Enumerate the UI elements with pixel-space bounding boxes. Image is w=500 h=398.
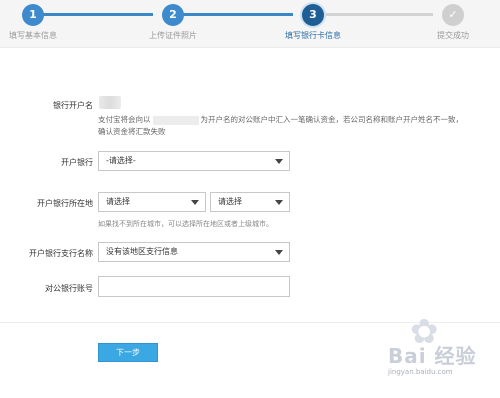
- step-upload-photo: 2 上传证件照片: [113, 0, 233, 48]
- account-name-label: 银行开户名: [53, 101, 93, 110]
- step-basic-info: 1 填写基本信息: [0, 0, 93, 48]
- step-number-badge: 2: [162, 4, 184, 26]
- province-select-value: 请选择: [106, 197, 130, 206]
- branch-label: 开户银行支行名称: [29, 249, 93, 258]
- bank-select[interactable]: -请选择-: [98, 151, 290, 171]
- dropdown-arrow-icon: [275, 159, 283, 164]
- watermark-url: jingyan.baidu.com: [388, 368, 453, 376]
- step-number-badge: 3: [302, 4, 324, 26]
- location-hint: 如果找不到所在城市，可以选择所在地区或者上级城市。: [98, 220, 273, 228]
- branch-select[interactable]: 没有该地区支行信息: [98, 242, 290, 262]
- step-progress-bar: 1 填写基本信息 2 上传证件照片 3 填写银行卡信息 ✓ 提交成功: [0, 0, 500, 48]
- step-label: 提交成功: [437, 31, 469, 40]
- branch-select-value: 没有该地区支行信息: [106, 247, 178, 256]
- city-select[interactable]: 请选择: [210, 192, 290, 212]
- step-label: 填写基本信息: [9, 31, 57, 40]
- bank-select-value: -请选择-: [106, 156, 136, 165]
- city-select-value: 请选择: [218, 197, 242, 206]
- step-number-badge: 1: [22, 4, 44, 26]
- redacted-company-name: [152, 115, 199, 125]
- next-step-button[interactable]: 下一步: [98, 343, 158, 362]
- province-select[interactable]: 请选择: [98, 192, 206, 212]
- step-label: 上传证件照片: [149, 31, 197, 40]
- account-info-notice: 支付宝将会向以 为开户名的对公账户中汇入一笔确认资金，若公司名称和账户开户姓名不一…: [98, 114, 468, 138]
- redacted-account-name: [99, 96, 121, 109]
- dropdown-arrow-icon: [275, 200, 283, 205]
- dropdown-arrow-icon: [275, 250, 283, 255]
- step-bank-info: 3 填写银行卡信息: [253, 0, 373, 48]
- checkmark-icon: ✓: [442, 4, 464, 26]
- dropdown-arrow-icon: [191, 200, 199, 205]
- baidu-watermark: ✿ Bai 经验 jingyan.baidu.com: [380, 300, 498, 390]
- account-number-input[interactable]: [98, 276, 290, 297]
- bank-location-label: 开户银行所在地: [37, 199, 93, 208]
- step-label: 填写银行卡信息: [285, 31, 341, 40]
- notice-text-part1: 支付宝将会向以: [98, 115, 151, 124]
- watermark-brand: Bai 经验: [388, 344, 477, 368]
- step-submit-success: ✓ 提交成功: [393, 0, 500, 48]
- bank-label: 开户银行: [61, 158, 93, 167]
- account-number-label: 对公银行账号: [45, 284, 93, 293]
